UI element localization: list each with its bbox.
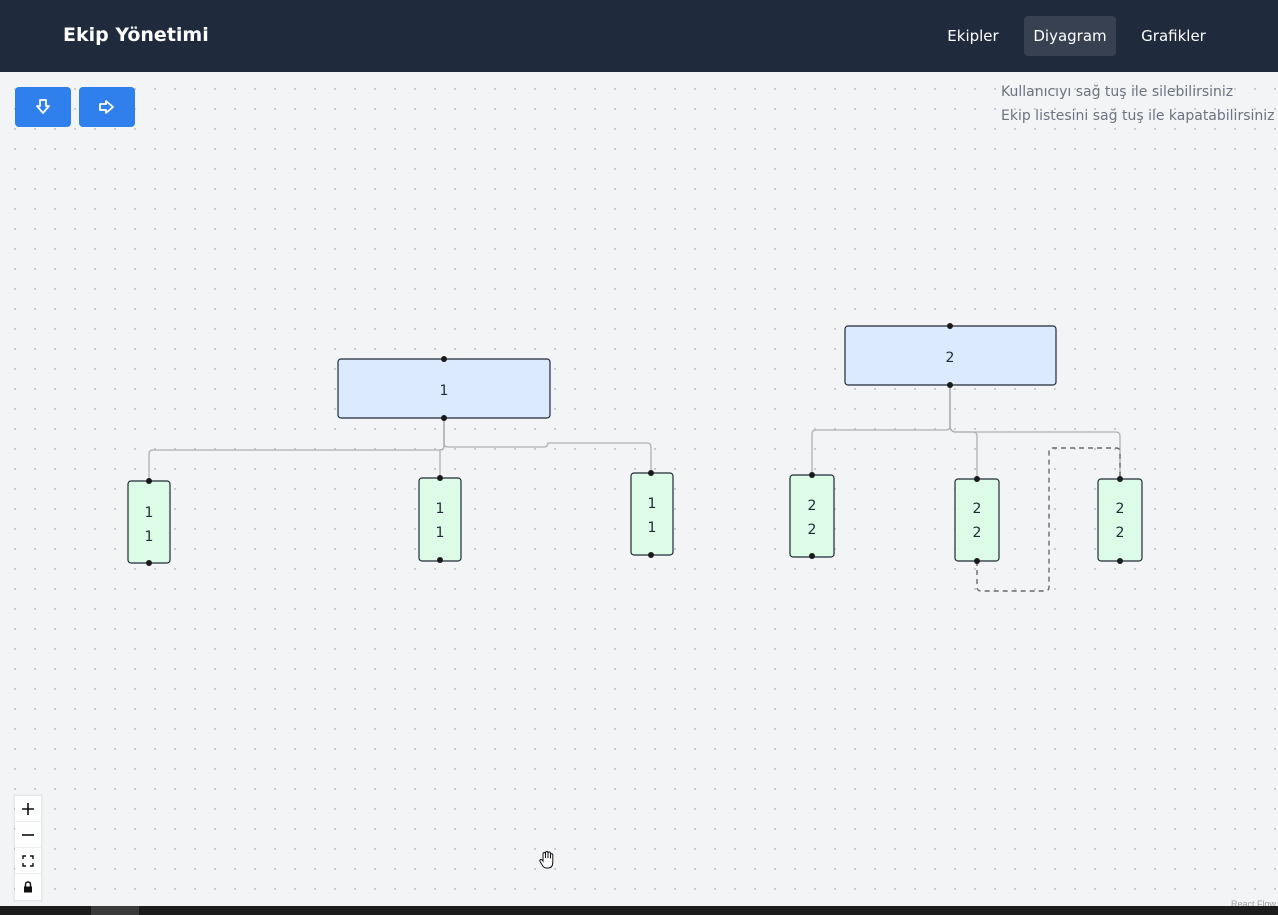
zoom-in-button[interactable] <box>15 796 41 822</box>
team-node-1[interactable]: 1 <box>337 356 551 421</box>
zoom-out-icon <box>22 833 34 836</box>
diagram-graph[interactable]: 1 2 1 1 1 1 1 1 2 2 2 2 2 2 <box>0 0 1278 915</box>
edges <box>148 386 1121 481</box>
handle-top[interactable] <box>1117 476 1123 482</box>
edge-team2-member3 <box>949 386 1121 479</box>
handle-bottom[interactable] <box>648 552 654 558</box>
handle-bottom[interactable] <box>437 557 443 563</box>
handle-bottom[interactable] <box>146 560 152 566</box>
handle-bottom[interactable] <box>441 415 447 421</box>
handle-top[interactable] <box>437 475 443 481</box>
handle-top[interactable] <box>947 323 953 329</box>
member-line-2: 2 <box>973 525 982 541</box>
lock-icon <box>24 881 32 893</box>
member-line-2: 1 <box>145 529 154 545</box>
os-taskbar <box>0 906 1278 915</box>
member-node-1-1[interactable]: 1 1 <box>127 478 171 566</box>
member-line-1: 2 <box>1116 501 1125 517</box>
edge-team2-member1 <box>811 386 951 475</box>
handle-top[interactable] <box>648 470 654 476</box>
member-node-2-3[interactable]: 2 2 <box>1097 476 1143 564</box>
member-node-1-3[interactable]: 1 1 <box>630 470 674 558</box>
handle-top[interactable] <box>809 472 815 478</box>
member-line-2: 2 <box>808 522 817 538</box>
member-line-1: 2 <box>808 498 817 514</box>
zoom-in-icon <box>22 802 34 815</box>
team-node-2[interactable]: 2 <box>844 323 1057 388</box>
hand-cursor-icon <box>539 850 554 869</box>
handle-bottom[interactable] <box>947 382 953 388</box>
member-line-1: 1 <box>145 505 154 521</box>
handle-top[interactable] <box>974 476 980 482</box>
member-node-2-1[interactable]: 2 2 <box>789 472 835 559</box>
member-node-2-2[interactable]: 2 2 <box>954 476 1000 564</box>
handle-bottom[interactable] <box>809 553 815 559</box>
edge-team1-member1 <box>148 418 445 481</box>
handle-bottom[interactable] <box>1117 558 1123 564</box>
member-line-2: 1 <box>436 525 445 541</box>
handle-bottom[interactable] <box>974 558 980 564</box>
fit-view-button[interactable] <box>15 848 41 874</box>
member-line-1: 2 <box>973 501 982 517</box>
zoom-out-button[interactable] <box>15 822 41 848</box>
fit-view-icon <box>22 854 34 867</box>
member-line-2: 2 <box>1116 525 1125 541</box>
member-line-1: 1 <box>648 496 657 512</box>
handle-top[interactable] <box>441 356 447 362</box>
taskbar-item[interactable] <box>91 906 139 915</box>
edge-team1-member3 <box>443 418 652 473</box>
team-node-label: 2 <box>946 350 955 366</box>
team-node-label: 1 <box>440 383 449 399</box>
member-line-2: 1 <box>648 520 657 536</box>
member-node-1-2[interactable]: 1 1 <box>418 475 462 563</box>
lock-button[interactable] <box>15 874 41 900</box>
flow-controls <box>15 796 41 900</box>
handle-top[interactable] <box>146 478 152 484</box>
member-line-1: 1 <box>436 501 445 517</box>
